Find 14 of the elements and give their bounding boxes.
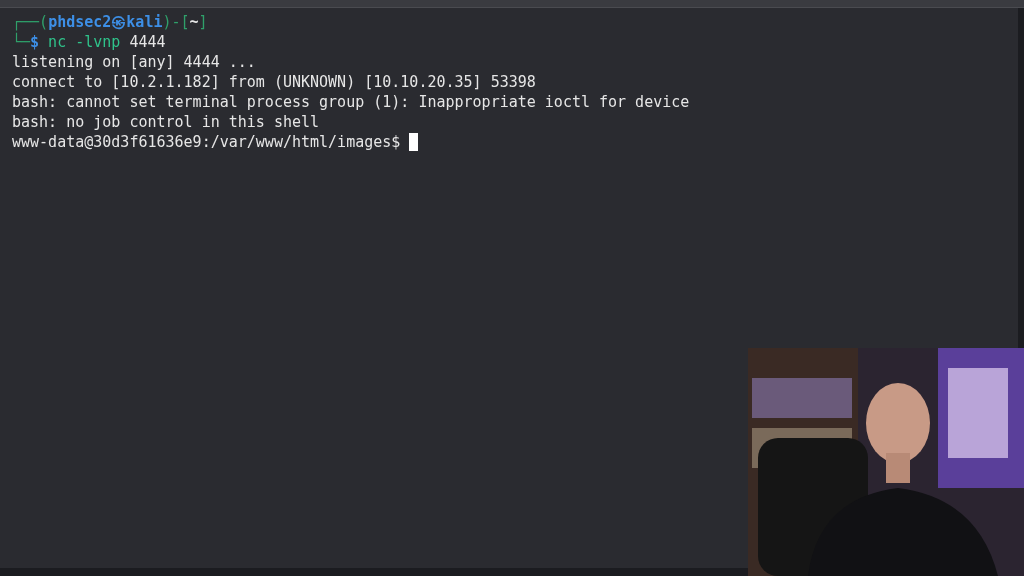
- terminal-text: 4444: [128, 32, 166, 52]
- terminal-text: )-[: [162, 12, 190, 32]
- terminal-text: nc -lvnp: [47, 32, 121, 52]
- terminal-text: $: [30, 33, 40, 52]
- terminal-text: bash: cannot set terminal process group (1): Inappropriate ioctl for device: [12, 92, 690, 112]
- terminal-text: connect to [10.2.1.182] from (UNKNOWN) [10.10.20.35] 53398: [12, 72, 536, 92]
- terminal-text: ]: [198, 12, 208, 32]
- terminal-text: ~: [189, 12, 199, 32]
- terminal-text: www-data@30d3f61636e9:/var/www/html/images$: [12, 132, 402, 152]
- terminal-text: bash: no job control in this shell: [12, 112, 320, 132]
- terminal-text: listening on [any] 4444 ...: [12, 52, 256, 72]
- terminal-text: └─: [12, 32, 31, 52]
- terminal-text: phdsec2㉿kali: [48, 12, 163, 32]
- terminal-text: ┌──(: [12, 12, 49, 32]
